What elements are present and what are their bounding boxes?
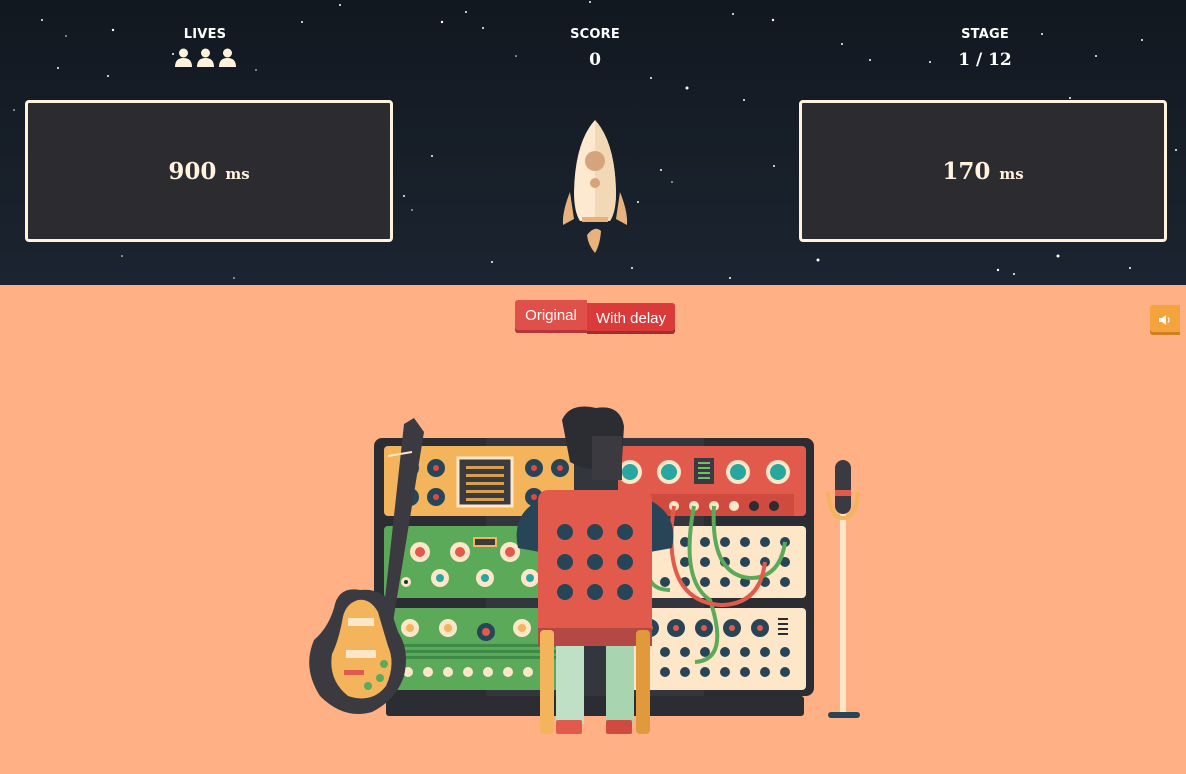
stage-value: 1 / 12 xyxy=(958,50,1012,70)
original-latency-unit: ms xyxy=(225,165,250,183)
sound-button[interactable] xyxy=(1150,305,1180,335)
lives-label: LIVES xyxy=(183,27,227,42)
audio-mode-toggle: Original With delay xyxy=(515,300,675,334)
delay-latency-value: 170 xyxy=(942,157,991,185)
score-stat: SCORE 0 xyxy=(555,27,635,70)
microphone-stand xyxy=(826,460,860,718)
delay-latency-unit: ms xyxy=(999,165,1024,183)
person-icon xyxy=(218,48,236,67)
person-icon xyxy=(174,48,192,67)
lives-stat: LIVES xyxy=(165,27,245,68)
person-icon xyxy=(196,48,214,67)
stage-stat: STAGE 1 / 12 xyxy=(945,27,1025,70)
original-latency-panel: 900 ms xyxy=(25,100,393,242)
delay-latency-panel: 170 ms xyxy=(799,100,1167,242)
synth-base xyxy=(386,696,804,716)
lives-icons xyxy=(165,48,245,68)
with-delay-button[interactable]: With delay xyxy=(587,303,675,334)
score-value: 0 xyxy=(589,50,601,70)
musician-synth-illustration xyxy=(309,406,860,734)
original-button[interactable]: Original xyxy=(515,300,587,333)
original-latency-value: 900 xyxy=(168,157,217,185)
speaker-icon xyxy=(1159,315,1170,325)
stage-label: STAGE xyxy=(961,27,1009,42)
space-header: LIVES SCORE 0 STAGE 1 / 12 900 ms 170 ms xyxy=(0,0,1186,285)
score-label: SCORE xyxy=(570,27,620,42)
rocket-icon xyxy=(562,120,628,253)
